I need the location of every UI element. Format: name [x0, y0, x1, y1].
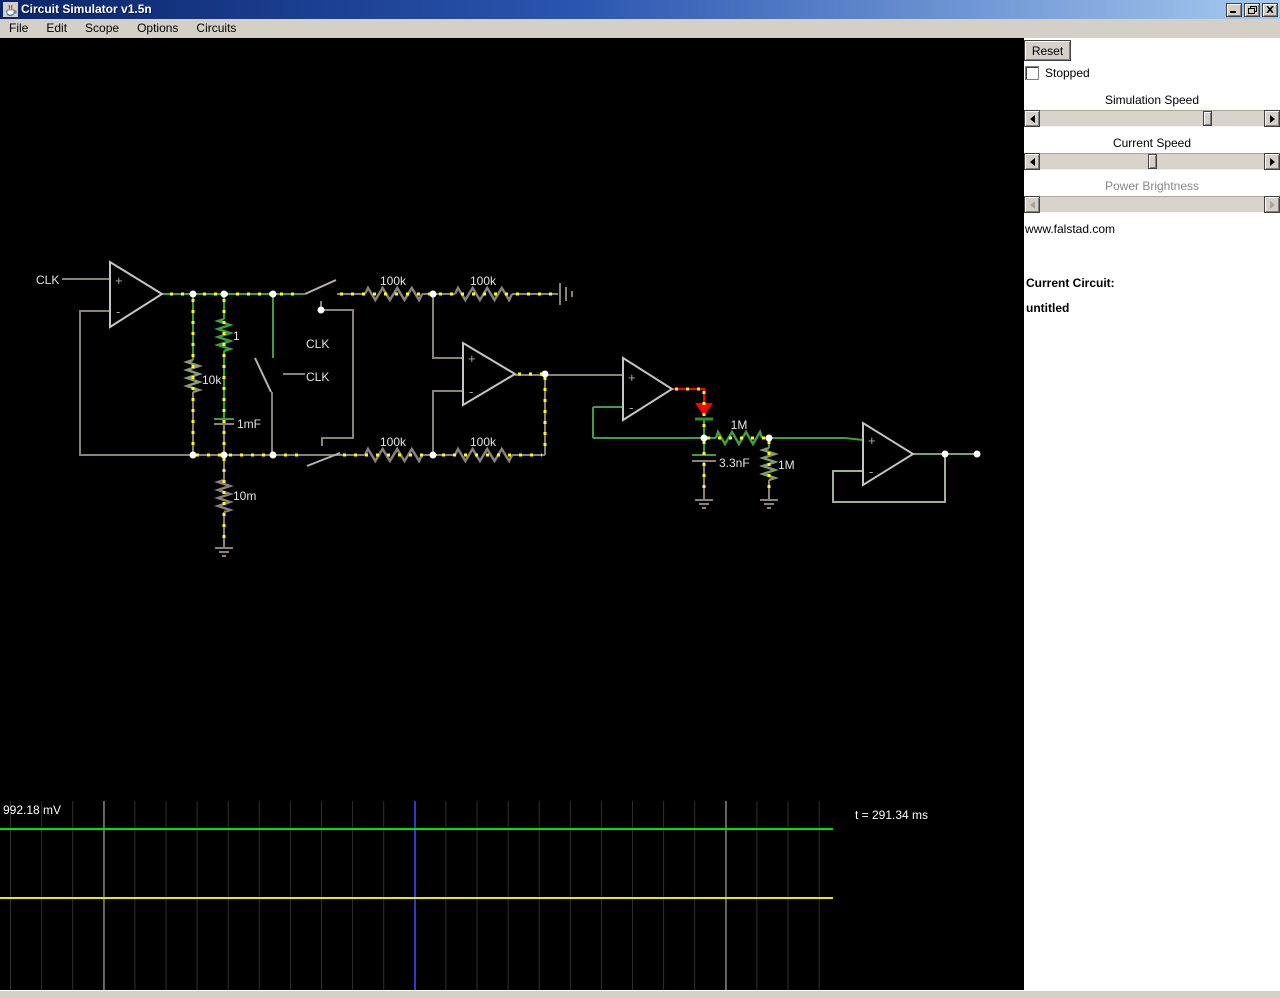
window-bottom-border [0, 990, 1280, 998]
label-10m: 10m [233, 489, 256, 503]
wire-red [672, 388, 705, 403]
label-100k-d: 100k [470, 435, 497, 449]
resistor-1m-horizontal [714, 430, 764, 446]
restore-button[interactable] [1244, 2, 1260, 17]
menu-edit[interactable]: Edit [37, 19, 76, 38]
current-speed-slider[interactable] [1024, 153, 1280, 170]
label-100k-c: 100k [380, 435, 407, 449]
svg-text:-: - [116, 304, 120, 319]
sidebar: Reset Stopped Simulation Speed Current S… [1024, 38, 1280, 990]
slider-thumb[interactable] [1147, 154, 1157, 169]
minimize-button[interactable] [1226, 2, 1242, 17]
java-icon [3, 2, 18, 17]
ground-right-facing [559, 282, 573, 306]
svg-text:+: + [468, 351, 476, 366]
grounds[interactable] [214, 282, 779, 557]
label-10k: 10k [202, 373, 222, 387]
title-bar[interactable]: Circuit Simulator v1.5n [0, 0, 1280, 19]
resistor-10m [216, 478, 232, 514]
svg-text:-: - [469, 384, 473, 399]
led-branch[interactable] [672, 388, 713, 416]
slider-thumb[interactable] [1203, 111, 1213, 126]
current-speed-label: Current Speed [1112, 136, 1192, 150]
slider-right-arrow-icon[interactable] [1264, 110, 1280, 127]
close-button[interactable] [1262, 2, 1278, 17]
label-1: 1 [233, 329, 240, 343]
app-window: Circuit Simulator v1.5n File Edit Scope … [0, 0, 1280, 998]
power-brightness-label: Power Brightness [1104, 179, 1200, 193]
circuit-canvas[interactable]: + - + - + - + - CLK CLK CLK 10k 1 1mF 10… [0, 38, 1024, 990]
svg-text:-: - [629, 400, 633, 415]
simulation-speed-label: Simulation Speed [1104, 93, 1200, 107]
label-1mf: 1mF [237, 417, 261, 431]
label-clk-switch-mid: CLK [306, 370, 329, 384]
resistor-100k-bottom-right [453, 447, 514, 463]
slider-left-arrow-icon[interactable] [1024, 153, 1040, 170]
slider-right-arrow-icon[interactable] [1264, 153, 1280, 170]
ground-left [214, 547, 234, 557]
resistors[interactable] [185, 286, 777, 514]
slider-left-arrow-icon[interactable] [1024, 110, 1040, 127]
slider-track [1040, 196, 1264, 213]
label-1m-v: 1M [778, 458, 795, 472]
menu-circuits[interactable]: Circuits [187, 19, 245, 38]
label-100k-b: 100k [470, 274, 497, 288]
current-circuit-name: untitled [1026, 301, 1070, 315]
stopped-checkbox[interactable] [1025, 66, 1039, 80]
close-icon [1266, 6, 1274, 13]
slider-track[interactable] [1040, 110, 1264, 127]
slider-left-arrow-icon [1024, 196, 1040, 213]
label-1m-h: 1M [731, 418, 748, 432]
scope-time-readout: t = 291.34 ms [855, 808, 928, 822]
minimize-icon [1230, 11, 1236, 13]
label-33nf: 3.3nF [719, 456, 750, 470]
switch-clk-top [304, 279, 337, 295]
window-title: Circuit Simulator v1.5n [21, 2, 152, 16]
stopped-row: Stopped [1025, 66, 1090, 80]
menu-scope[interactable]: Scope [76, 19, 128, 38]
wires-gray[interactable] [62, 278, 770, 548]
label-clk-switch-top: CLK [306, 337, 329, 351]
ground-1m [759, 499, 779, 509]
current-circuit-label: Current Circuit: [1026, 276, 1115, 290]
simulation-speed-slider[interactable] [1024, 110, 1280, 127]
stopped-label: Stopped [1045, 66, 1090, 80]
menu-options[interactable]: Options [128, 19, 187, 38]
power-brightness-slider [1024, 196, 1280, 213]
falstad-link[interactable]: www.falstad.com [1025, 222, 1115, 236]
scope-voltage-readout: 992.18 mV [3, 803, 61, 817]
wires-pale-green[interactable] [832, 453, 977, 503]
menu-bar: File Edit Scope Options Circuits [0, 19, 1280, 38]
label-clk-input: CLK [36, 273, 59, 287]
scope-display[interactable]: 992.18 mV t = 291.34 ms [0, 801, 928, 990]
slider-track[interactable] [1040, 153, 1264, 170]
resistor-100k-bottom-left [363, 447, 424, 463]
svg-text:+: + [868, 433, 876, 448]
menu-file[interactable]: File [0, 19, 37, 38]
svg-text:+: + [115, 273, 123, 288]
svg-text:+: + [628, 370, 636, 385]
restore-icon [1247, 5, 1257, 14]
label-100k-a: 100k [380, 274, 407, 288]
ground-cap [694, 499, 714, 509]
switch-clk-mid [254, 357, 272, 393]
slider-right-arrow-icon [1264, 196, 1280, 213]
reset-button[interactable]: Reset [1024, 40, 1071, 61]
svg-text:-: - [869, 464, 873, 479]
